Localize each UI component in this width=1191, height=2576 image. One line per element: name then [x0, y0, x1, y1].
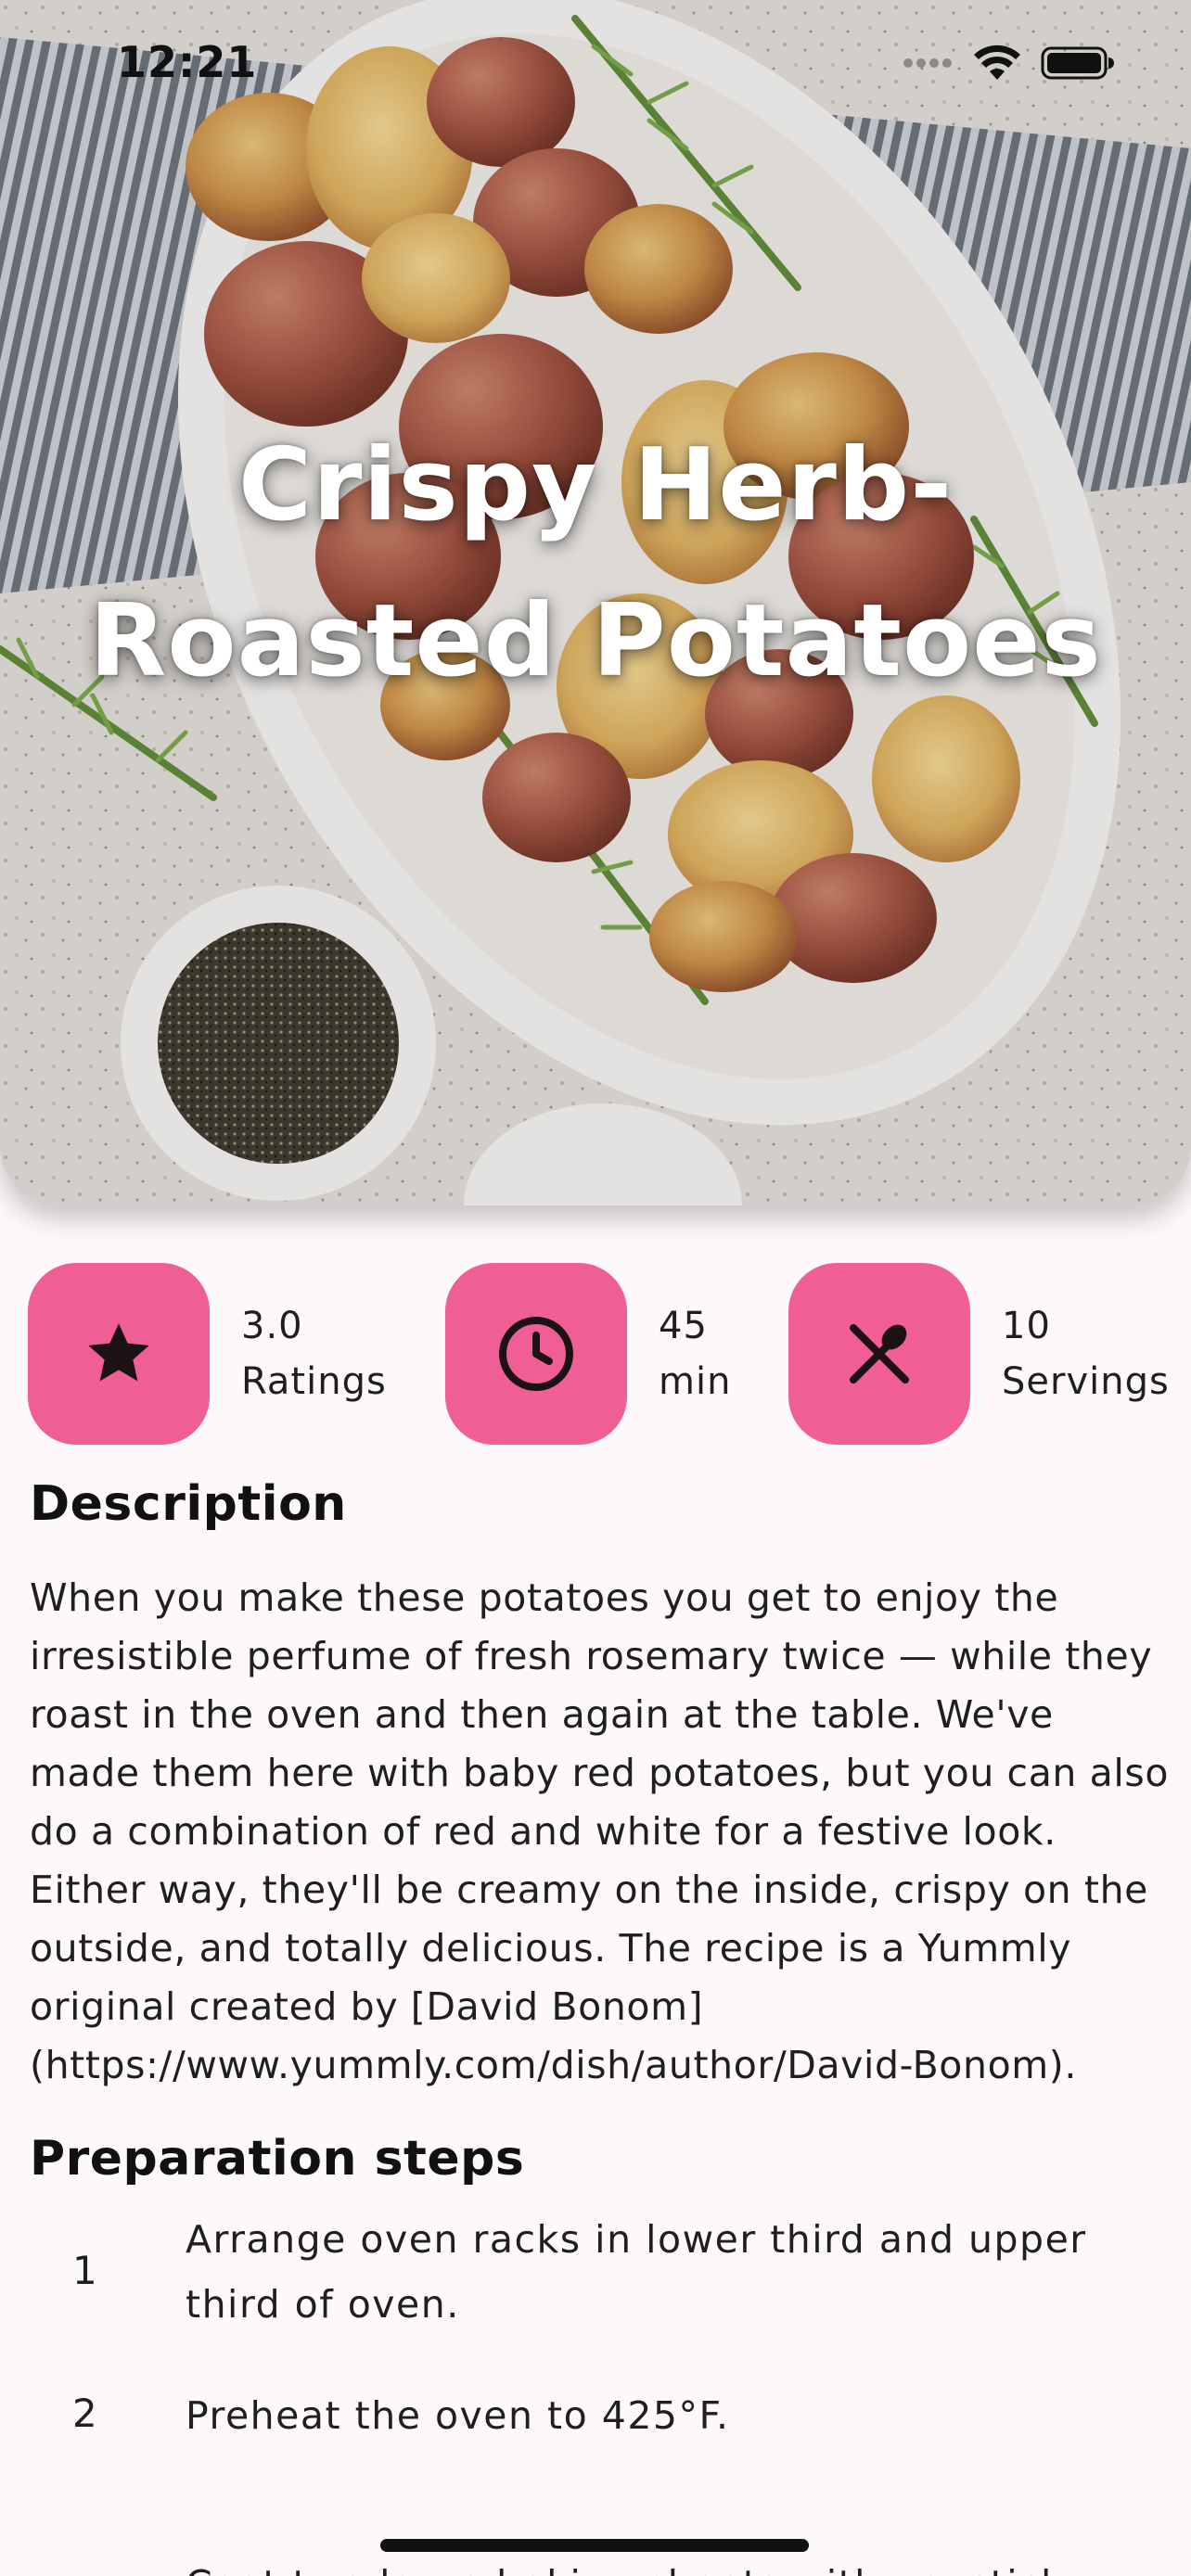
- description-text: When you make these potatoes you get to …: [30, 1575, 1170, 2087]
- status-bar: 12:21: [0, 0, 1191, 130]
- hero-image: Crispy Herb- Roasted Potatoes: [0, 0, 1191, 1205]
- ratings-text: 3.0 Ratings: [241, 1298, 387, 1409]
- step-text: Preheat the oven to 425°F.: [186, 2393, 730, 2438]
- servings-icon-tile: [788, 1263, 970, 1445]
- step-text: Arrange oven racks in lower third and up…: [186, 2217, 1087, 2327]
- home-indicator[interactable]: [380, 2539, 809, 2552]
- step-number: 1: [72, 2248, 97, 2293]
- battery-icon: [1041, 46, 1114, 80]
- status-icons: [902, 45, 1115, 82]
- step-text: Coat two large baking sheets with nonsti…: [186, 2552, 1095, 2576]
- preparation-heading: Preparation steps: [30, 2131, 525, 2187]
- time-icon-tile: [445, 1263, 627, 1445]
- ratings-value: 3.0: [241, 1305, 303, 1347]
- time-value: 45: [659, 1305, 708, 1347]
- utensils-icon: [850, 1324, 909, 1384]
- ratings-icon-tile: [28, 1263, 210, 1445]
- description-heading: Description: [30, 1476, 347, 1532]
- stat-time: 45 min: [445, 1263, 731, 1445]
- recipe-title-line-2: Roasted Potatoes: [89, 583, 1102, 699]
- step-number: 2: [72, 2391, 97, 2436]
- ratings-label: Ratings: [241, 1360, 387, 1403]
- wifi-icon: [974, 45, 1020, 80]
- stat-ratings: 3.0 Ratings: [28, 1263, 387, 1445]
- recipe-stats: 3.0 Ratings 45 min 10 Servings: [0, 1263, 1191, 1445]
- servings-label: Servings: [1002, 1360, 1170, 1403]
- recipe-title: Crispy Herb- Roasted Potatoes: [0, 408, 1191, 720]
- servings-text: 10 Servings: [1002, 1298, 1170, 1409]
- time-label: min: [659, 1360, 732, 1403]
- signal-dots-icon: [903, 58, 952, 68]
- stat-servings: 10 Servings: [788, 1263, 1170, 1445]
- clock-icon: [499, 1317, 573, 1391]
- servings-value: 10: [1002, 1305, 1051, 1347]
- recipe-title-line-1: Crispy Herb-: [237, 427, 954, 543]
- time-text: 45 min: [659, 1298, 731, 1409]
- star-icon: [88, 1323, 149, 1382]
- recipe-detail-screen: Crispy Herb- Roasted Potatoes 12:21 3.0 …: [0, 0, 1191, 2576]
- status-time: 12:21: [117, 37, 258, 87]
